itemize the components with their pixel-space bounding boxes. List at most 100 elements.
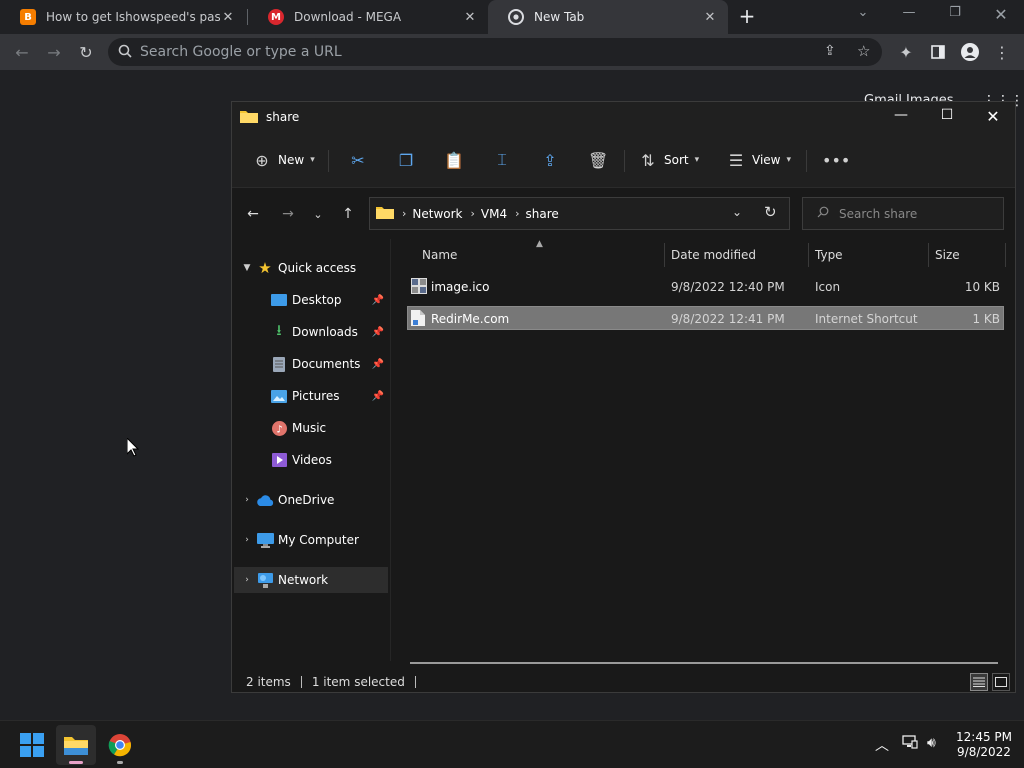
nav-music[interactable]: ♪ Music bbox=[234, 415, 388, 441]
column-header-name[interactable]: Name bbox=[416, 239, 664, 271]
nav-my-computer[interactable]: › My Computer bbox=[234, 527, 388, 553]
minimize-icon[interactable]: — bbox=[897, 5, 921, 25]
paste-button[interactable]: 📋 bbox=[444, 148, 464, 172]
breadcrumb-vm4[interactable]: VM4 bbox=[481, 207, 507, 221]
cut-button[interactable]: ✂ bbox=[348, 148, 368, 172]
start-button[interactable] bbox=[12, 725, 52, 765]
status-divider bbox=[300, 676, 302, 688]
search-input[interactable]: Search share bbox=[802, 197, 1004, 230]
view-label: View bbox=[752, 153, 781, 167]
delete-button[interactable]: 🗑 bbox=[588, 148, 608, 172]
command-separator bbox=[624, 150, 625, 172]
nav-onedrive[interactable]: › OneDrive bbox=[234, 487, 388, 513]
nav-downloads[interactable]: ⭳ Downloads 📌 bbox=[234, 319, 388, 345]
menu-kebab-icon[interactable]: ⋮ bbox=[990, 40, 1014, 64]
minimize-icon[interactable]: — bbox=[886, 107, 916, 127]
shortcut-file-icon bbox=[411, 310, 425, 329]
rename-icon: ⌶ bbox=[497, 150, 507, 169]
large-icons-view-button[interactable] bbox=[992, 673, 1010, 691]
nav-network[interactable]: › Network bbox=[234, 567, 388, 593]
computer-icon bbox=[256, 532, 274, 548]
horizontal-scrollbar[interactable] bbox=[410, 662, 998, 664]
windows-logo-icon bbox=[20, 733, 44, 757]
new-button[interactable]: ⊕ New ▾ bbox=[252, 148, 314, 172]
share-button[interactable]: ⇪ bbox=[540, 148, 560, 172]
system-clock[interactable]: 12:45 PM 9/8/2022 bbox=[944, 730, 1024, 760]
tab-mega[interactable]: M Download - MEGA ✕ bbox=[248, 0, 488, 34]
volume-icon[interactable]: 🔊︎ bbox=[927, 735, 936, 751]
restore-icon[interactable]: ❐ bbox=[943, 5, 967, 25]
nav-desktop[interactable]: Desktop 📌 bbox=[234, 287, 388, 313]
refresh-icon[interactable]: ↻ bbox=[764, 203, 777, 221]
details-view-button[interactable] bbox=[970, 673, 988, 691]
address-bar[interactable]: › Network › VM4 › share ⌄ ↻ bbox=[369, 197, 790, 230]
table-row[interactable]: image.ico 9/8/2022 12:40 PM Icon 10 KB bbox=[407, 275, 1004, 299]
cloud-icon bbox=[256, 492, 274, 508]
pin-icon[interactable]: 📌 bbox=[372, 391, 384, 402]
close-tab-icon[interactable]: ✕ bbox=[220, 9, 236, 25]
close-window-icon[interactable]: ✕ bbox=[989, 5, 1013, 25]
new-tab-button[interactable]: + bbox=[737, 6, 757, 27]
clock-date: 9/8/2022 bbox=[957, 745, 1011, 759]
column-header-size[interactable]: Size bbox=[929, 239, 1005, 271]
side-panel-icon[interactable] bbox=[926, 40, 950, 64]
music-icon: ♪ bbox=[270, 420, 288, 436]
forward-icon[interactable]: → bbox=[42, 40, 66, 64]
up-icon[interactable]: ↑ bbox=[336, 202, 360, 226]
tab-ishowspeed[interactable]: B How to get Ishowspeed's passwo ✕ bbox=[0, 0, 246, 34]
close-tab-icon[interactable]: ✕ bbox=[702, 9, 718, 25]
explorer-titlebar[interactable]: share — ☐ ✕ bbox=[232, 102, 1015, 132]
nav-label: Quick access bbox=[278, 261, 357, 275]
nav-documents[interactable]: Documents 📌 bbox=[234, 351, 388, 377]
network-tray-icon[interactable] bbox=[902, 735, 918, 753]
pin-icon[interactable]: 📌 bbox=[372, 359, 384, 370]
details-view-icon bbox=[973, 677, 985, 687]
pin-icon[interactable]: 📌 bbox=[372, 327, 384, 338]
breadcrumb-share[interactable]: share bbox=[526, 207, 559, 221]
omnibox[interactable]: Search Google or type a URL ⇪ ☆ bbox=[108, 38, 882, 66]
share-icon[interactable]: ⇪ bbox=[824, 43, 836, 59]
maximize-icon[interactable]: ☐ bbox=[932, 107, 962, 127]
mega-icon: M bbox=[268, 9, 284, 25]
rename-button[interactable]: ⌶ bbox=[492, 148, 512, 172]
recent-locations-icon[interactable]: ⌄ bbox=[306, 202, 330, 226]
bookmark-star-icon[interactable]: ☆ bbox=[857, 42, 870, 60]
close-tab-icon[interactable]: ✕ bbox=[462, 9, 478, 25]
view-button[interactable]: ☰ View ▾ bbox=[726, 148, 791, 172]
column-separator[interactable] bbox=[1005, 243, 1006, 267]
sort-button[interactable]: ⇅ Sort ▾ bbox=[638, 148, 699, 172]
nav-videos[interactable]: Videos bbox=[234, 447, 388, 473]
close-window-icon[interactable]: ✕ bbox=[978, 107, 1008, 127]
profile-icon[interactable] bbox=[958, 40, 982, 64]
download-icon: ⭳ bbox=[276, 320, 282, 339]
address-history-icon[interactable]: ⌄ bbox=[732, 205, 742, 219]
file-date: 9/8/2022 12:40 PM bbox=[671, 280, 785, 294]
column-header-date[interactable]: Date modified bbox=[665, 239, 809, 271]
copy-button[interactable]: ❐ bbox=[396, 148, 416, 172]
active-indicator bbox=[69, 761, 83, 764]
chrome-tabstrip: B How to get Ishowspeed's passwo ✕ M Dow… bbox=[0, 0, 1024, 34]
table-row[interactable]: RedirMe.com 9/8/2022 12:41 PM Internet S… bbox=[407, 306, 1004, 330]
back-icon[interactable]: ← bbox=[241, 202, 265, 226]
command-separator bbox=[806, 150, 807, 172]
nav-pictures[interactable]: Pictures 📌 bbox=[234, 383, 388, 409]
nav-label: Network bbox=[278, 573, 329, 587]
tab-new-tab[interactable]: New Tab ✕ bbox=[488, 0, 728, 34]
reload-icon[interactable]: ↻ bbox=[74, 40, 98, 64]
nav-quick-access[interactable]: ▼ ★ Quick access bbox=[234, 255, 388, 281]
chevron-right-icon: › bbox=[245, 495, 249, 505]
show-hidden-icons-chevron-icon[interactable]: ︿ bbox=[875, 735, 889, 755]
pane-divider[interactable] bbox=[390, 239, 391, 661]
back-icon[interactable]: ← bbox=[10, 40, 34, 64]
status-bar: 2 items 1 item selected bbox=[232, 670, 1015, 694]
extensions-icon[interactable]: ✦ bbox=[894, 40, 918, 64]
see-more-button[interactable]: ••• bbox=[822, 148, 850, 172]
pin-icon[interactable]: 📌 bbox=[372, 295, 384, 306]
taskbar-chrome[interactable] bbox=[100, 725, 140, 765]
forward-icon[interactable]: → bbox=[276, 202, 300, 226]
taskbar-file-explorer[interactable] bbox=[56, 725, 96, 765]
breadcrumb-network[interactable]: Network bbox=[412, 207, 462, 221]
tab-search-icon[interactable]: ⌄ bbox=[851, 5, 875, 25]
copy-icon: ❐ bbox=[398, 150, 414, 170]
column-header-type[interactable]: Type bbox=[809, 239, 929, 271]
